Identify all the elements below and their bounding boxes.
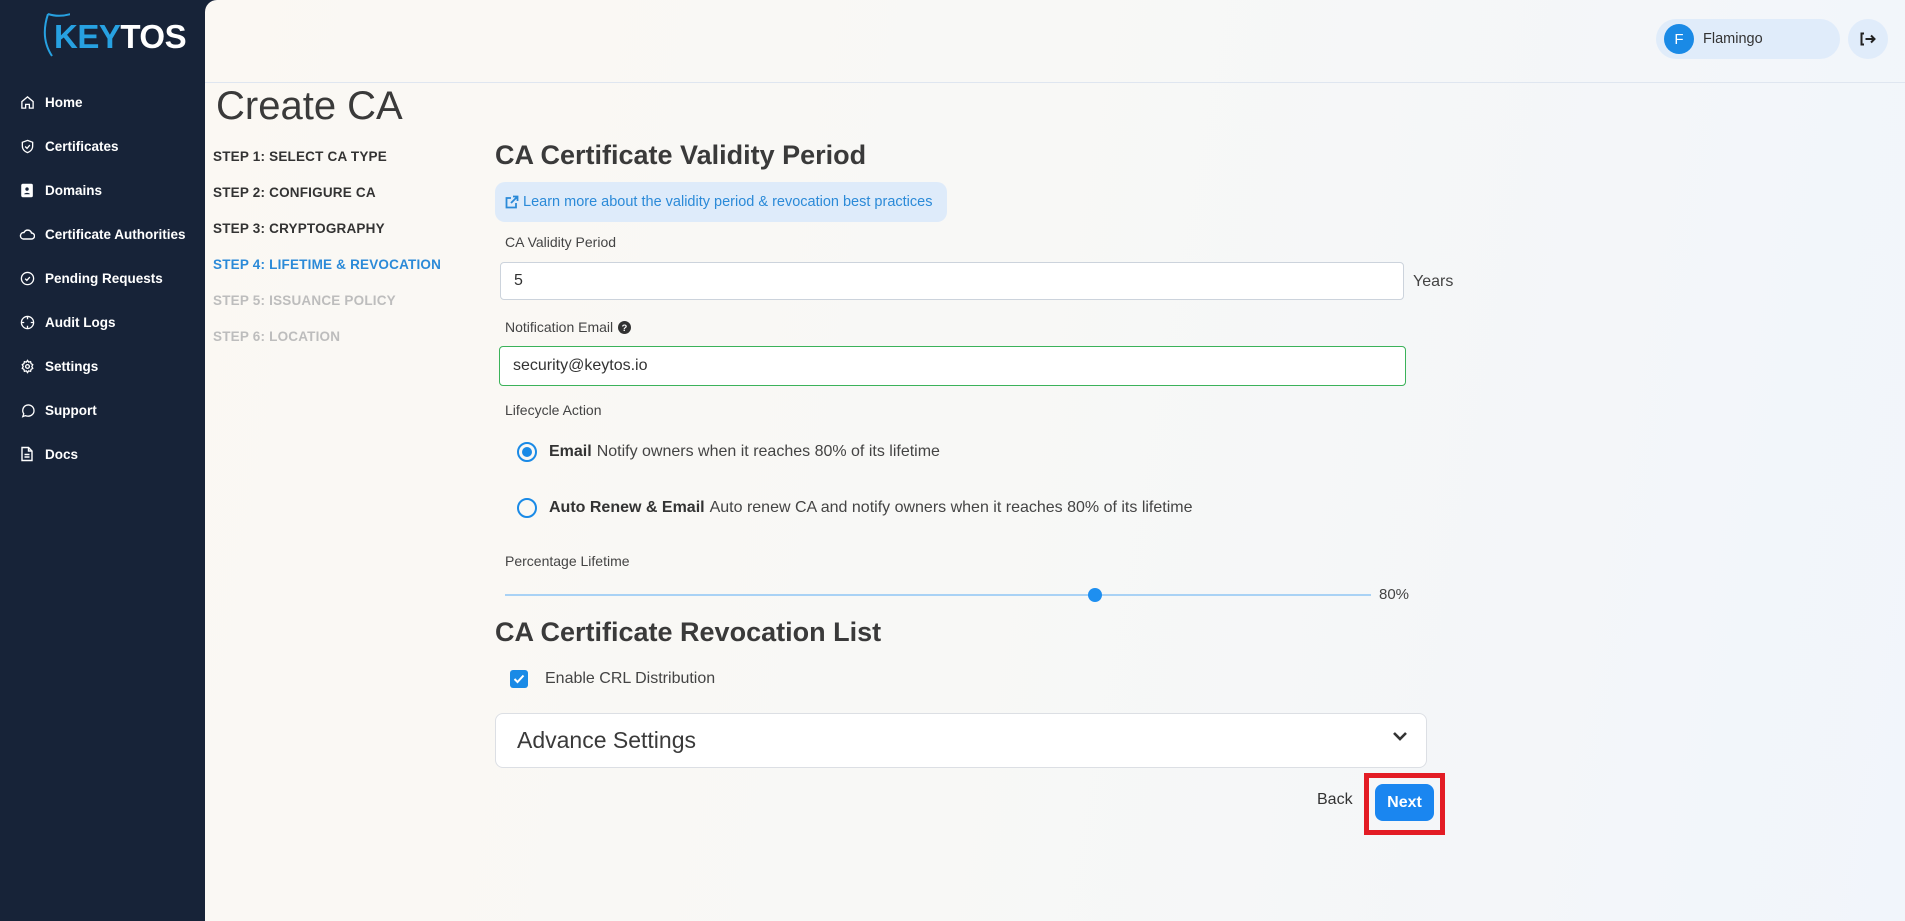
notification-email-input[interactable] bbox=[499, 346, 1406, 386]
lifecycle-option-auto-renew[interactable]: Auto Renew & Email Auto renew CA and not… bbox=[517, 498, 1193, 518]
next-button[interactable]: Next bbox=[1375, 784, 1434, 821]
back-button[interactable]: Back bbox=[1317, 791, 1353, 809]
sidebar-item-label: Home bbox=[45, 94, 83, 110]
home-icon bbox=[19, 94, 35, 110]
sidebar-item-domains[interactable]: Domains bbox=[0, 168, 205, 212]
lifecycle-action-label: Lifecycle Action bbox=[505, 402, 602, 418]
sidebar-item-label: Support bbox=[45, 402, 97, 418]
slider-track bbox=[505, 594, 1371, 596]
sidebar-item-label: Audit Logs bbox=[45, 314, 116, 330]
wizard-steps: STEP 1: SELECT CA TYPE STEP 2: CONFIGURE… bbox=[213, 148, 441, 364]
sidebar-item-home[interactable]: Home bbox=[0, 80, 205, 124]
checkmark-icon bbox=[513, 674, 525, 684]
notification-email-label-text: Notification Email bbox=[505, 319, 614, 335]
logo-tos: TOS bbox=[120, 18, 187, 55]
svg-text:?: ? bbox=[622, 322, 628, 332]
enable-crl-label: Enable CRL Distribution bbox=[545, 670, 716, 687]
user-name: Flamingo bbox=[1703, 31, 1763, 47]
percentage-lifetime-label: Percentage Lifetime bbox=[505, 553, 630, 569]
keytos-logo[interactable]: KEYTOS bbox=[40, 10, 187, 60]
lifecycle-option-email[interactable]: Email Notify owners when it reaches 80% … bbox=[517, 442, 940, 462]
percentage-lifetime-slider[interactable] bbox=[505, 584, 1371, 606]
external-link-icon bbox=[505, 195, 519, 209]
chat-bubble-icon bbox=[19, 402, 35, 418]
sidebar-item-support[interactable]: Support bbox=[0, 388, 205, 432]
option-description: Notify owners when it reaches 80% of its… bbox=[596, 443, 940, 460]
crosshair-icon bbox=[19, 314, 35, 330]
validity-section-title: CA Certificate Validity Period bbox=[495, 140, 867, 170]
enable-crl-checkbox[interactable] bbox=[510, 670, 528, 688]
logo-key: KEY bbox=[54, 18, 121, 55]
sidebar: KEYTOS Home Certificates Domains Certifi… bbox=[0, 0, 205, 921]
main-panel: F Flamingo Create CA STEP 1: SELECT CA T… bbox=[205, 0, 1905, 921]
logout-button[interactable] bbox=[1848, 19, 1888, 59]
advanced-settings-title: Advance Settings bbox=[517, 727, 697, 753]
enable-crl-checkbox-row[interactable]: Enable CRL Distribution bbox=[510, 670, 715, 688]
option-description: Auto renew CA and notify owners when it … bbox=[709, 499, 1193, 516]
step-location: STEP 6: LOCATION bbox=[213, 329, 341, 344]
sidebar-item-label: Certificates bbox=[45, 138, 119, 154]
logout-icon bbox=[1860, 32, 1876, 46]
radio-auto-renew[interactable] bbox=[517, 498, 537, 518]
sidebar-item-settings[interactable]: Settings bbox=[0, 344, 205, 388]
sidebar-item-certificate-authorities[interactable]: Certificate Authorities bbox=[0, 212, 205, 256]
advanced-settings-accordion[interactable]: Advance Settings bbox=[495, 713, 1427, 768]
check-circle-icon bbox=[19, 270, 35, 286]
sidebar-item-label: Settings bbox=[45, 358, 99, 374]
sidebar-item-docs[interactable]: Docs bbox=[0, 432, 205, 476]
avatar: F bbox=[1664, 24, 1694, 54]
sidebar-item-pending-requests[interactable]: Pending Requests bbox=[0, 256, 205, 300]
user-menu[interactable]: F Flamingo bbox=[1656, 19, 1840, 59]
step-cryptography[interactable]: STEP 3: CRYPTOGRAPHY bbox=[213, 220, 441, 256]
sidebar-item-label: Docs bbox=[45, 446, 79, 462]
sidebar-item-certificates[interactable]: Certificates bbox=[0, 124, 205, 168]
step-select-ca-type[interactable]: STEP 1: SELECT CA TYPE bbox=[213, 148, 441, 184]
shield-check-icon bbox=[19, 138, 35, 154]
top-header: F Flamingo bbox=[205, 0, 1905, 83]
page-title: Create CA bbox=[216, 84, 403, 128]
sidebar-nav: Home Certificates Domains Certificate Au… bbox=[0, 80, 205, 476]
radio-email[interactable] bbox=[517, 442, 537, 462]
percentage-lifetime-value: 80% bbox=[1379, 586, 1410, 603]
help-icon[interactable]: ? bbox=[618, 320, 632, 334]
cloud-icon bbox=[19, 226, 35, 242]
sidebar-item-label: Pending Requests bbox=[45, 270, 163, 286]
radio-selected-dot bbox=[522, 447, 532, 457]
chevron-down-icon bbox=[1393, 732, 1407, 741]
option-title: Email bbox=[549, 443, 592, 460]
sidebar-item-label: Certificate Authorities bbox=[45, 226, 186, 242]
sidebar-item-audit-logs[interactable]: Audit Logs bbox=[0, 300, 205, 344]
validity-unit: Years bbox=[1413, 273, 1454, 290]
best-practices-link[interactable]: Learn more about the validity period & r… bbox=[495, 182, 947, 222]
document-icon bbox=[19, 446, 35, 462]
sidebar-item-label: Domains bbox=[45, 182, 103, 198]
step-lifetime-revocation[interactable]: STEP 4: LIFETIME & REVOCATION bbox=[213, 256, 441, 292]
validity-period-input[interactable] bbox=[500, 262, 1404, 300]
step-issuance-policy: STEP 5: ISSUANCE POLICY bbox=[213, 293, 396, 308]
validity-period-label: CA Validity Period bbox=[505, 234, 617, 250]
notification-email-label: Notification Email ? bbox=[505, 319, 632, 335]
contact-book-icon bbox=[19, 182, 35, 198]
revocation-section-title: CA Certificate Revocation List bbox=[495, 617, 882, 647]
gear-icon bbox=[19, 358, 35, 374]
option-title: Auto Renew & Email bbox=[549, 499, 705, 516]
best-practices-link-text: Learn more about the validity period & r… bbox=[523, 194, 933, 210]
step-configure-ca[interactable]: STEP 2: CONFIGURE CA bbox=[213, 184, 441, 220]
slider-thumb[interactable] bbox=[1088, 588, 1103, 602]
